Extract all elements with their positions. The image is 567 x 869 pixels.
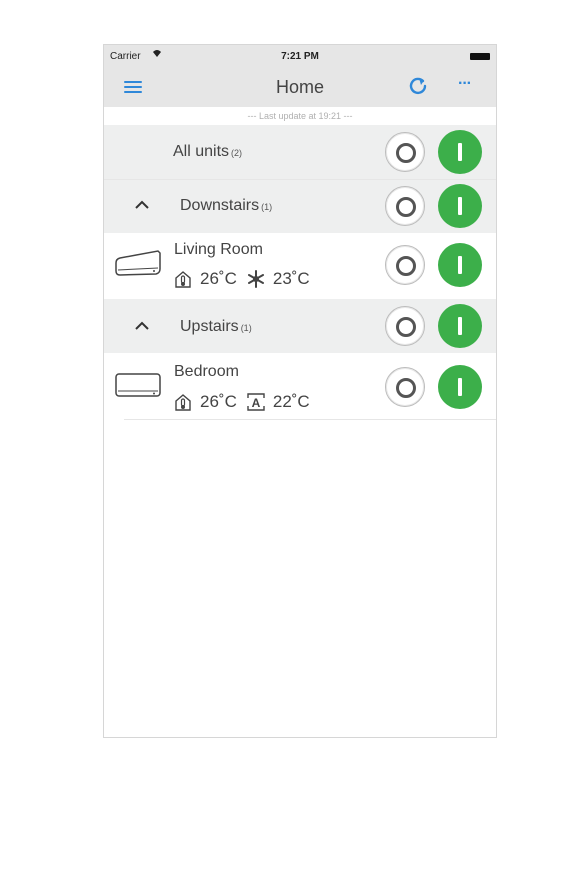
all-units-off-button[interactable]	[385, 132, 425, 172]
more-options-button[interactable]: ···	[458, 75, 472, 93]
group-label: Upstairs	[180, 318, 239, 335]
battery-icon	[470, 53, 490, 60]
group-row-downstairs[interactable]: Downstairs (1)	[104, 180, 496, 233]
group-count: (1)	[240, 323, 252, 333]
auto-mode-icon: A	[247, 393, 265, 411]
refresh-icon[interactable]	[407, 75, 429, 97]
status-time: 7:21 PM	[281, 51, 319, 62]
downstairs-off-button[interactable]	[385, 186, 425, 226]
air-conditioner-icon	[115, 373, 161, 397]
last-update-text: --- Last update at 19:21 ---	[104, 107, 496, 125]
status-bar: Carrier 7:21 PM	[104, 45, 496, 67]
snowflake-icon	[247, 270, 264, 288]
bedroom-off-button[interactable]	[385, 367, 425, 407]
upstairs-on-button[interactable]	[438, 304, 482, 348]
navigation-bar: Home ···	[104, 67, 496, 107]
chevron-up-icon[interactable]	[134, 200, 150, 210]
bedroom-on-button[interactable]	[438, 365, 482, 409]
group-count: (1)	[261, 202, 273, 212]
auto-mode-glyph: A	[252, 396, 261, 410]
room-temperature: 26˚C	[200, 269, 237, 288]
air-conditioner-icon	[115, 250, 161, 276]
page-title: Home	[275, 77, 324, 97]
all-units-row[interactable]: All units (2)	[104, 125, 496, 179]
chevron-up-icon[interactable]	[134, 321, 150, 331]
unit-name: Living Room	[174, 241, 263, 258]
group-label: Downstairs	[180, 197, 260, 214]
downstairs-on-button[interactable]	[438, 184, 482, 228]
upstairs-off-button[interactable]	[385, 306, 425, 346]
house-temperature-icon	[175, 271, 191, 288]
phone-screen: Carrier 7:21 PM Home ··· --- Last update…	[103, 44, 497, 738]
all-units-label: All units	[173, 143, 230, 160]
divider	[124, 419, 496, 420]
living-room-on-button[interactable]	[438, 243, 482, 287]
all-units-count: (2)	[231, 148, 243, 158]
unit-name: Bedroom	[174, 363, 239, 380]
room-temperature: 26˚C	[200, 392, 237, 411]
all-units-on-button[interactable]	[438, 130, 482, 174]
unit-row-living-room[interactable]: Living Room 26˚C 23˚C	[104, 233, 496, 299]
set-temperature: 23˚C	[272, 269, 310, 288]
set-temperature: 22˚C	[272, 392, 310, 411]
unit-row-bedroom[interactable]: Bedroom 26˚C A 22˚C	[104, 353, 496, 419]
house-temperature-icon	[175, 394, 191, 411]
living-room-off-button[interactable]	[385, 245, 425, 285]
group-row-upstairs[interactable]: Upstairs (1)	[104, 299, 496, 353]
